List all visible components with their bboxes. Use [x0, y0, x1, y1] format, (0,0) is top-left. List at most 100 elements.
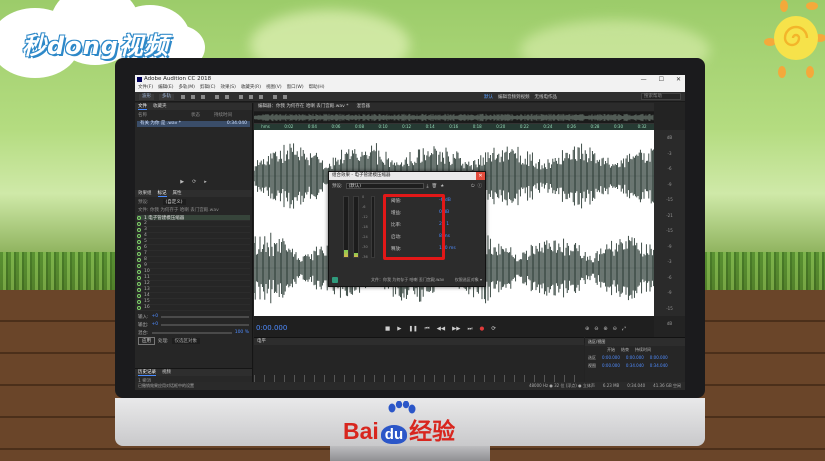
help-search-input[interactable]: 搜索帮助	[641, 93, 681, 100]
favorite-icon[interactable]: ★	[440, 184, 444, 189]
col-duration[interactable]: 持续时间	[214, 112, 232, 118]
delete-preset-icon[interactable]: 🗑	[432, 184, 438, 189]
preset-select[interactable]: (自定义)	[162, 199, 186, 205]
save-preset-icon[interactable]: ⤓	[427, 183, 429, 189]
footer-file: 文件：你我 为何存于 哈喇 丢门宫殿.wav	[371, 277, 445, 282]
power-icon[interactable]: ⏻	[471, 183, 475, 189]
power-icon[interactable]	[137, 233, 141, 238]
effect-power-toggle[interactable]	[332, 277, 338, 283]
menu-clip[interactable]: 剪辑(C)	[200, 84, 216, 92]
power-icon[interactable]	[137, 221, 141, 226]
menu-effects[interactable]: 效果(S)	[221, 84, 236, 92]
view-start[interactable]: 0:00.000	[602, 363, 620, 369]
menu-favorites[interactable]: 收藏夹(R)	[241, 84, 261, 92]
power-icon[interactable]	[137, 215, 141, 220]
forward-button[interactable]: ▶▶	[452, 326, 460, 333]
tab-mixer[interactable]: 混音器	[357, 103, 371, 111]
power-icon[interactable]	[137, 251, 141, 256]
power-icon[interactable]	[137, 239, 141, 244]
rewind-button[interactable]: ◀◀	[437, 326, 445, 333]
workspace-default[interactable]: 默认	[484, 94, 493, 100]
zoom-out-amp-icon[interactable]: ⊖	[594, 326, 598, 332]
dialog-titlebar[interactable]: 组合效果 - 电子管建模压缩器 ✕	[329, 172, 485, 180]
input-db[interactable]: +0	[152, 314, 159, 319]
menu-view[interactable]: 视图(V)	[266, 84, 282, 92]
power-icon[interactable]	[137, 269, 141, 274]
dialog-preset-select[interactable]: (默认)	[345, 183, 424, 189]
tab-video[interactable]: 视频	[162, 369, 171, 376]
zoom-full-icon[interactable]: ⤢	[622, 326, 626, 332]
sample-format: 48000 Hz ● 32 位 (浮点) ● 立体声	[528, 383, 595, 388]
power-icon[interactable]	[137, 257, 141, 262]
meter-scale-label: 0	[362, 195, 365, 199]
workspace-edit-to-video[interactable]: 编辑音频到视频	[498, 94, 530, 100]
sel-start[interactable]: 0:00.000	[602, 355, 620, 361]
col-status[interactable]: 状态	[191, 112, 200, 118]
effect-slot[interactable]: 16	[137, 305, 250, 311]
power-icon[interactable]	[137, 275, 141, 280]
tab-history[interactable]: 历史记录	[138, 369, 156, 376]
preset-label: 预设:	[138, 200, 149, 205]
help-icon[interactable]: ⓘ	[478, 183, 483, 189]
sun-icon	[764, 0, 825, 78]
power-icon[interactable]	[137, 227, 141, 232]
waveform-view-button[interactable]: 波形	[139, 93, 154, 100]
dialog-footer: 文件：你我 为何存于 哈喇 丢门宫殿.wav 仅限选区对象 ▾	[332, 277, 482, 283]
zoom-out-time-icon[interactable]: ⊖	[613, 326, 617, 332]
mix-value[interactable]: 100 %	[235, 330, 249, 335]
sel-end[interactable]: 0:00.000	[626, 355, 644, 361]
stop-button[interactable]: ■	[385, 326, 390, 333]
tab-effects[interactable]: 效果组	[138, 190, 152, 197]
tab-editor[interactable]: 编辑器：你我 为何存在 哈喇 丢门宫殿.wav *	[258, 103, 349, 111]
power-icon[interactable]	[137, 293, 141, 298]
preview-autoplay-icon[interactable]: ▸	[204, 178, 207, 186]
workspace-radio[interactable]: 无线电作品	[535, 94, 558, 100]
tab-favorites[interactable]: 收藏夹	[153, 103, 167, 110]
menu-help[interactable]: 帮助(H)	[309, 84, 325, 92]
file-row[interactable]: 有关 为你 是 .wav * 0:34.040	[137, 121, 250, 127]
play-button[interactable]: ▶	[397, 326, 401, 333]
col-name[interactable]: 名称	[138, 112, 147, 118]
pause-button[interactable]: ❚❚	[408, 326, 417, 333]
go-start-button[interactable]: ⏮	[425, 326, 430, 333]
overview-waveform[interactable]	[254, 112, 654, 124]
menu-window[interactable]: 窗口(W)	[287, 84, 304, 92]
tab-files[interactable]: 文件	[138, 103, 147, 110]
preview-play-icon[interactable]: ▶	[180, 178, 184, 186]
record-button[interactable]: ●	[480, 326, 485, 333]
menu-multitrack[interactable]: 多轨(M)	[178, 84, 194, 92]
power-icon[interactable]	[137, 305, 141, 310]
zoom-in-time-icon[interactable]: ⊕	[603, 326, 607, 332]
zoom-in-amp-icon[interactable]: ⊕	[585, 326, 589, 332]
view-dur[interactable]: 0:34.040	[650, 363, 668, 369]
power-icon[interactable]	[137, 287, 141, 292]
loop-button[interactable]: ⟳	[491, 326, 496, 333]
view-end[interactable]: 0:34.040	[626, 363, 644, 369]
process-select[interactable]: 仅选区对象	[171, 337, 201, 344]
output-db[interactable]: +0	[152, 322, 159, 327]
dialog-close-button[interactable]: ✕	[476, 172, 485, 180]
maximize-button[interactable]: ☐	[659, 75, 664, 84]
tool-icons[interactable]	[179, 94, 329, 100]
file-name: 有关 为你 是 .wav *	[140, 121, 182, 126]
power-icon[interactable]	[137, 263, 141, 268]
tab-markers[interactable]: 标记	[157, 190, 167, 197]
preview-loop-icon[interactable]: ⟳	[192, 178, 196, 186]
tab-properties[interactable]: 属性	[173, 190, 182, 197]
apply-button[interactable]: 应用	[138, 336, 155, 345]
close-button[interactable]: ✕	[676, 75, 681, 84]
mix-slider[interactable]	[151, 331, 232, 334]
power-icon[interactable]	[137, 299, 141, 304]
db-tick: -3	[667, 259, 672, 264]
current-time[interactable]: 0:00.000	[254, 324, 334, 334]
footer-process[interactable]: 仅限选区对象 ▾	[455, 277, 482, 283]
power-icon[interactable]	[137, 281, 141, 286]
db-tick: -3	[667, 150, 672, 156]
power-icon[interactable]	[137, 245, 141, 250]
menu-edit[interactable]: 编辑(E)	[158, 84, 173, 92]
minimize-button[interactable]: —	[641, 75, 647, 84]
go-end-button[interactable]: ⏭	[468, 326, 473, 333]
multitrack-view-button[interactable]: 多轨	[159, 93, 174, 100]
menu-file[interactable]: 文件(F)	[138, 84, 153, 92]
sel-dur[interactable]: 0:00.000	[650, 355, 668, 361]
